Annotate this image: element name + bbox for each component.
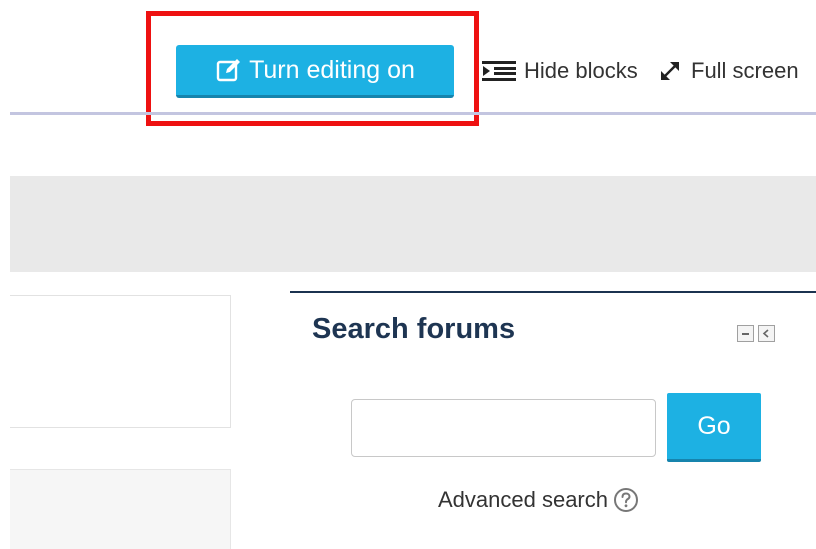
content-card <box>10 469 231 549</box>
page-header-band <box>10 176 816 272</box>
go-button[interactable]: Go <box>667 393 761 462</box>
advanced-search-row: Advanced search <box>438 486 640 514</box>
full-screen-label: Full screen <box>691 58 799 83</box>
edit-icon <box>215 56 243 84</box>
turn-editing-on-label: Turn editing on <box>249 55 415 84</box>
indent-icon <box>482 61 516 81</box>
expand-icon <box>657 58 683 84</box>
advanced-search-link[interactable]: Advanced search <box>438 487 608 513</box>
header-divider <box>10 112 816 115</box>
help-icon[interactable] <box>612 486 640 514</box>
block-top-border <box>290 291 816 293</box>
collapse-icon[interactable] <box>737 325 754 342</box>
hide-blocks-label: Hide blocks <box>524 58 638 83</box>
block-title: Search forums <box>312 313 516 345</box>
turn-editing-on-button[interactable]: Turn editing on <box>176 45 454 98</box>
dock-icon[interactable] <box>758 325 775 342</box>
block-controls <box>737 325 775 342</box>
search-forums-block: Search forums Go Advanced search <box>290 291 816 549</box>
content-card <box>10 295 231 428</box>
page: Turn editing on Hide blocks Full screen <box>0 0 816 549</box>
full-screen-link[interactable]: Full screen <box>657 55 799 87</box>
search-input[interactable] <box>351 399 656 457</box>
hide-blocks-link[interactable]: Hide blocks <box>482 55 638 87</box>
